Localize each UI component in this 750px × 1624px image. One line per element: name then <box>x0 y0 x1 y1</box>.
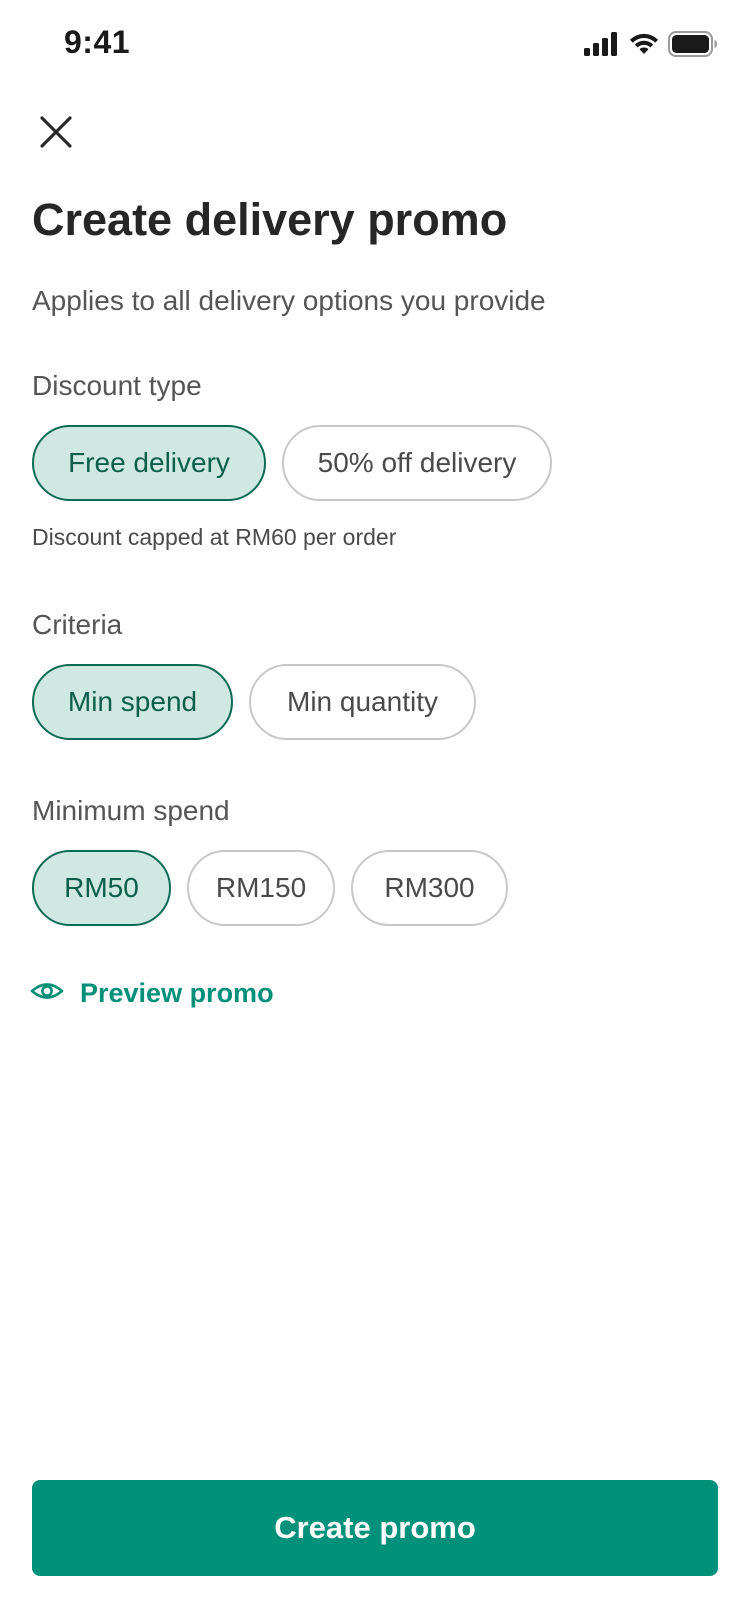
chip-rm50[interactable]: RM50 <box>32 850 171 926</box>
close-button[interactable] <box>30 108 82 160</box>
chip-50-off-delivery[interactable]: 50% off delivery <box>282 425 552 501</box>
create-promo-button[interactable]: Create promo <box>32 1480 718 1576</box>
minimum-spend-options: RM50 RM150 RM300 <box>32 850 508 926</box>
page-title: Create delivery promo <box>32 194 508 245</box>
chip-free-delivery[interactable]: Free delivery <box>32 425 266 501</box>
close-icon <box>39 115 73 154</box>
status-bar: 9:41 <box>0 0 750 92</box>
status-time: 9:41 <box>64 24 131 60</box>
discount-type-options: Free delivery 50% off delivery <box>32 425 552 501</box>
chip-min-quantity[interactable]: Min quantity <box>249 664 476 740</box>
criteria-options: Min spend Min quantity <box>32 664 476 740</box>
cellular-signal-icon <box>584 31 620 61</box>
eye-icon <box>30 979 64 1008</box>
chip-rm300[interactable]: RM300 <box>351 850 508 926</box>
minimum-spend-label: Minimum spend <box>32 795 230 826</box>
status-icons <box>584 30 718 62</box>
discount-type-label: Discount type <box>32 370 202 401</box>
criteria-label: Criteria <box>32 609 123 640</box>
preview-promo-label: Preview promo <box>80 978 274 1008</box>
page-subtitle: Applies to all delivery options you prov… <box>32 285 546 316</box>
chip-min-spend[interactable]: Min spend <box>32 664 233 740</box>
preview-promo-link[interactable]: Preview promo <box>30 978 274 1009</box>
discount-cap-helper: Discount capped at RM60 per order <box>32 524 397 550</box>
battery-icon <box>668 30 718 62</box>
wifi-icon <box>628 32 660 61</box>
chip-rm150[interactable]: RM150 <box>187 850 335 926</box>
